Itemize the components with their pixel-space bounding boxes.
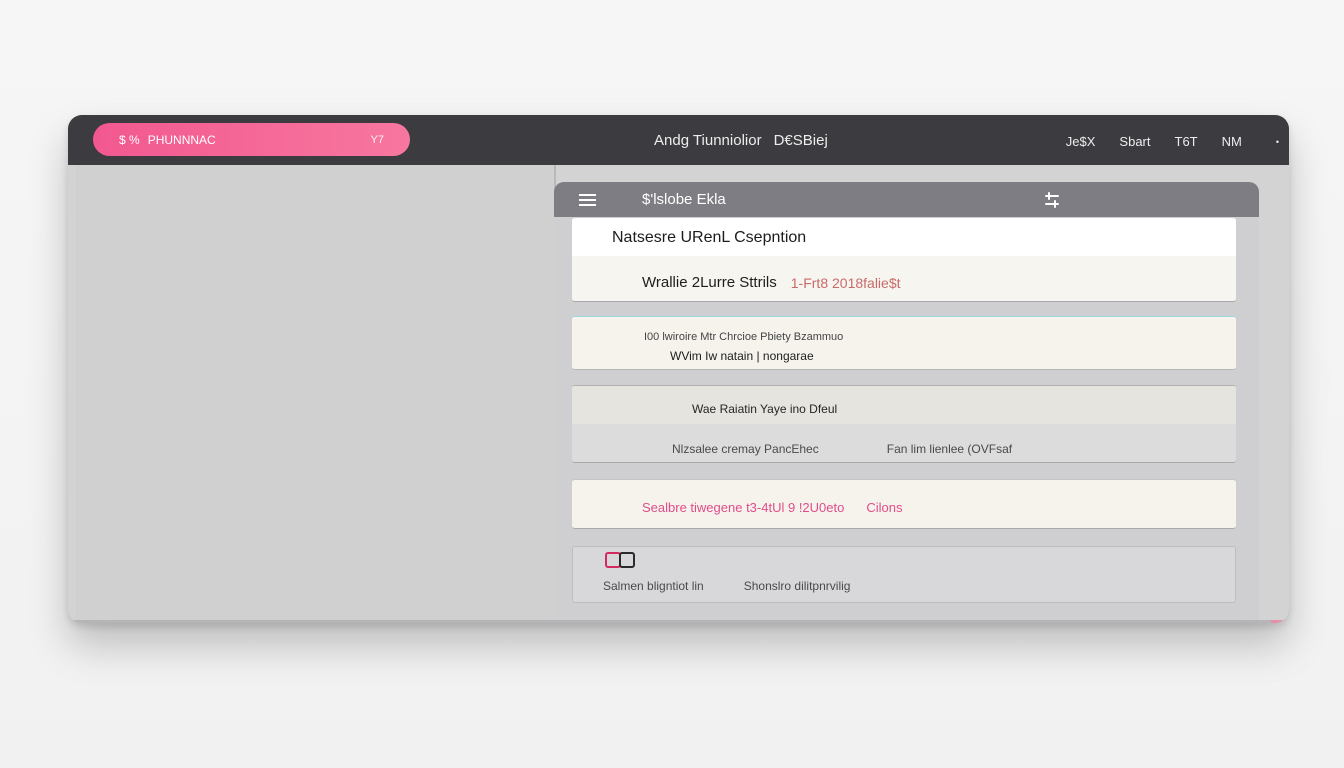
window-title-sub: D€SBiej [773, 132, 828, 149]
search-bar[interactable]: $ % PHUNNNAC Y7 [93, 123, 410, 156]
left-pane [76, 165, 556, 620]
titlebar-more[interactable]: • [1276, 137, 1279, 147]
book-card-col-1: Salmen bligntiot lin [603, 579, 704, 593]
titlebar-action-1[interactable]: Je$X [1066, 134, 1096, 149]
titlebar-actions: Je$X Sbart T6T NM • [1042, 134, 1279, 149]
book-card-row: Salmen bligntiot lin Shonslro dilitpnrvi… [603, 579, 850, 593]
detail-panel: $'lslobe Ekla Natsesre URenL Csepntion W… [554, 182, 1259, 623]
details-col-2: Fan lim lienlee (OVFsaf [886, 442, 1013, 456]
details-heading: Wae Raiatin Yaye ino Dfeul [572, 386, 1236, 424]
search-prefix: $ % [119, 132, 140, 147]
description-row[interactable]: Wrallie 2Lurre Sttrils 1-Frt8 2018falie$… [572, 256, 1236, 291]
highlight-text: Sealbre tiwegene t3-4tUl 9 !2U0eto [642, 499, 845, 515]
search-text: $ % PHUNNNAC [119, 133, 216, 147]
info-line-1: I00 lwiroire Mtr Chrcioe Pbiety Bzammuo [644, 331, 844, 343]
window-title: Andg Tiunniolior D€SBiej [654, 132, 828, 149]
window-title-main: Andg Tiunniolior [654, 132, 762, 149]
titlebar-action-2[interactable]: Sbart [1119, 134, 1150, 149]
panel-title: $'lslobe Ekla [642, 191, 726, 208]
app-window: $ % PHUNNNAC Y7 Andg Tiunniolior D€SBiej… [68, 115, 1289, 623]
details-card: Wae Raiatin Yaye ino Dfeul Nlzsalee crem… [572, 385, 1236, 463]
book-card[interactable]: Salmen bligntiot lin Shonslro dilitpnrvi… [572, 546, 1236, 603]
window-bottom-edge [68, 620, 1289, 623]
info-card[interactable]: I00 lwiroire Mtr Chrcioe Pbiety Bzammuo … [572, 316, 1236, 370]
description-heading: Natsesre URenL Csepntion [572, 218, 1236, 256]
description-card: Natsesre URenL Csepntion Wrallie 2Lurre … [572, 218, 1236, 302]
details-col-1: Nlzsalee cremay PancEhec [672, 442, 819, 456]
search-shortcut: Y7 [370, 133, 384, 146]
accent-edge [1271, 620, 1289, 623]
panel-header: $'lslobe Ekla [554, 182, 1259, 217]
book-card-col-2: Shonslro dilitpnrvilig [743, 579, 851, 593]
highlight-card[interactable]: Sealbre tiwegene t3-4tUl 9 !2U0eto Cilon… [572, 479, 1236, 529]
settings-icon[interactable] [1042, 190, 1062, 210]
titlebar-action-3[interactable]: T6T [1175, 134, 1198, 149]
info-line-2: WVim Iw natain | nongarae [670, 349, 814, 363]
details-row[interactable]: Nlzsalee cremay PancEhec Fan lim lienlee… [572, 424, 1236, 456]
search-value: PHUNNNAC [147, 132, 216, 147]
description-row-label: Wrallie 2Lurre Sttrils [642, 274, 777, 291]
titlebar-action-4[interactable]: NM [1222, 134, 1242, 149]
book-icon [605, 552, 635, 568]
titlebar: $ % PHUNNNAC Y7 Andg Tiunniolior D€SBiej… [68, 115, 1289, 165]
menu-icon[interactable] [579, 194, 596, 206]
highlight-extra[interactable]: Cilons [866, 500, 902, 515]
description-row-accent: 1-Frt8 2018falie$t [790, 274, 901, 291]
